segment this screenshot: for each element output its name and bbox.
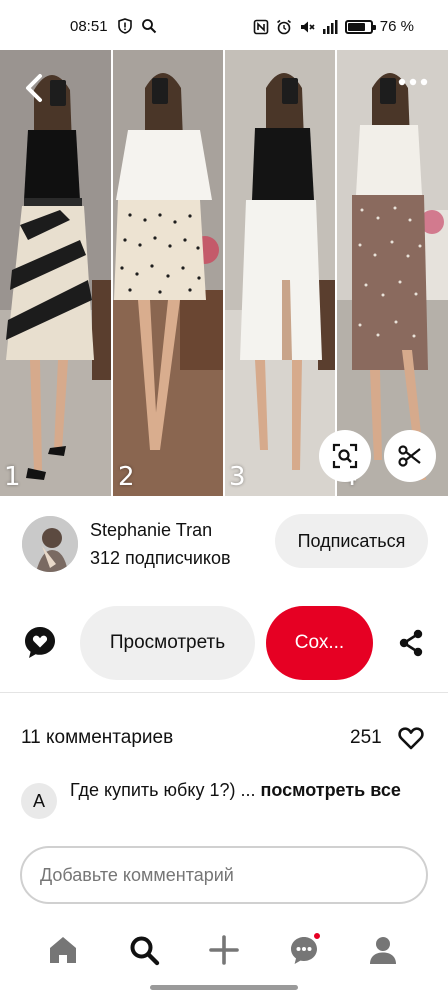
plus-icon — [209, 935, 239, 965]
scissors-icon — [398, 445, 421, 467]
heart-icon[interactable] — [397, 724, 425, 752]
home-icon — [50, 937, 76, 963]
nav-home[interactable] — [45, 932, 81, 968]
save-button[interactable]: Сох... — [266, 606, 373, 680]
back-icon[interactable] — [18, 70, 54, 106]
panel-number: 3 — [229, 462, 246, 492]
status-bar: 08:51 76 % — [0, 0, 448, 50]
nav-profile[interactable] — [365, 932, 401, 968]
nav-search[interactable] — [126, 932, 162, 968]
home-indicator[interactable] — [150, 985, 298, 990]
action-bar: Просмотреть Сох... — [0, 604, 448, 680]
nav-create[interactable] — [206, 932, 242, 968]
search-status-icon — [142, 19, 157, 34]
likes-count: 251 — [350, 727, 382, 748]
notification-dot — [313, 932, 321, 940]
shield-alert-icon — [118, 18, 132, 34]
cutout-button[interactable] — [384, 430, 436, 482]
see-all-link[interactable]: посмотреть все — [260, 780, 400, 800]
battery-icon — [344, 19, 376, 34]
comment-body: Где купить юбку 1?) ... — [70, 780, 256, 800]
author-name[interactable]: Stephanie Tran — [90, 520, 212, 541]
signal-icon — [322, 19, 338, 34]
lens-icon — [332, 443, 358, 469]
comments-count[interactable]: 11 комментариев — [21, 727, 173, 749]
avatar[interactable] — [22, 516, 78, 572]
profile-icon — [370, 937, 396, 964]
battery-percent: 76 % — [379, 18, 414, 35]
nfc-icon — [253, 19, 269, 34]
search-icon — [130, 936, 160, 966]
commenter-avatar[interactable]: A — [21, 783, 57, 819]
alarm-icon — [276, 19, 291, 34]
visual-search-button[interactable] — [319, 430, 371, 482]
follower-count: 312 подписчиков — [90, 548, 231, 568]
outfit-collage — [0, 50, 448, 496]
panel-number: 1 — [4, 462, 21, 492]
pin-image[interactable]: 1 2 3 4 — [0, 50, 448, 496]
reaction-icon[interactable] — [22, 624, 58, 660]
creator-row: Stephanie Tran 312 подписчиков Подписать… — [0, 508, 448, 580]
nav-messages[interactable] — [286, 932, 322, 968]
share-icon[interactable] — [396, 628, 426, 658]
divider — [0, 692, 448, 693]
bottom-nav — [0, 920, 448, 980]
panel-number: 2 — [118, 462, 135, 492]
more-icon[interactable] — [398, 72, 428, 92]
mute-icon — [300, 21, 315, 32]
comment-input[interactable] — [20, 846, 428, 904]
follow-button[interactable]: Подписаться — [275, 514, 428, 568]
comment-text: Где купить юбку 1?) ... посмотреть все — [70, 778, 426, 802]
status-time: 08:51 — [70, 18, 108, 35]
view-button[interactable]: Просмотреть — [80, 606, 255, 680]
